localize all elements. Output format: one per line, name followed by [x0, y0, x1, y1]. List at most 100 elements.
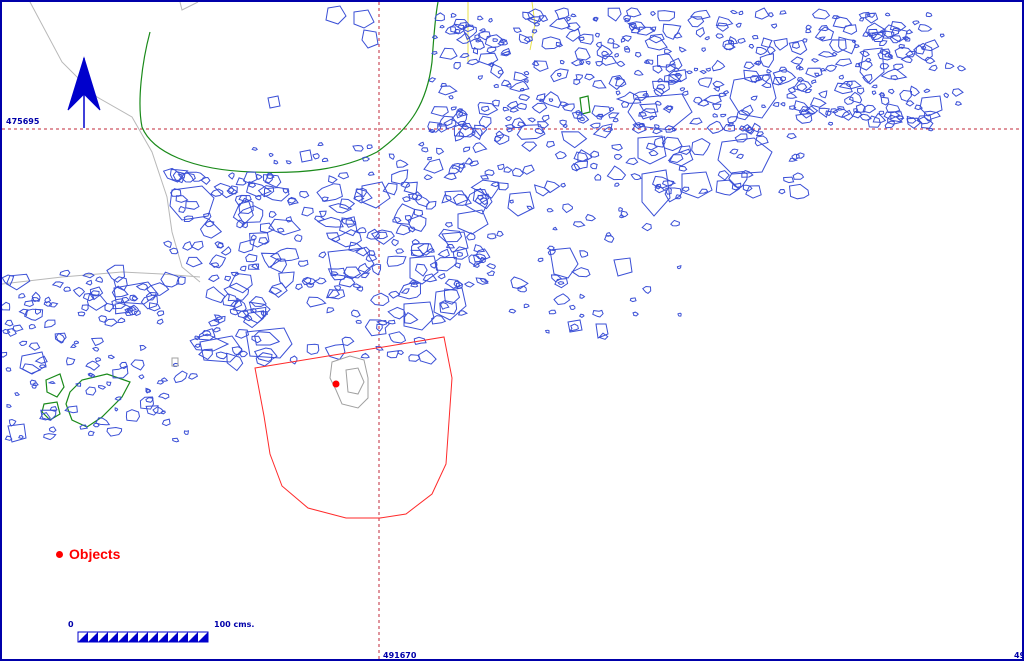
stone [178, 205, 186, 213]
stone [770, 23, 778, 29]
stone [662, 23, 682, 40]
stone [679, 87, 686, 92]
stone [508, 80, 530, 92]
stone [879, 62, 890, 70]
stone [720, 113, 727, 118]
stone [479, 278, 489, 283]
stone [444, 222, 453, 228]
stone [706, 120, 725, 134]
stone [614, 53, 620, 58]
stone [445, 243, 456, 249]
stone [585, 60, 591, 66]
stone [474, 124, 488, 138]
stone [313, 277, 327, 285]
stone [242, 171, 259, 184]
stone [268, 210, 277, 219]
stone [559, 59, 565, 65]
stone [527, 8, 545, 23]
stone [543, 180, 561, 194]
stone [239, 350, 249, 358]
stone [834, 58, 853, 67]
stone [173, 370, 188, 384]
stone [130, 359, 145, 371]
stone [805, 24, 812, 30]
stone [326, 307, 335, 314]
stone [428, 77, 437, 83]
stone [712, 80, 725, 88]
stone [85, 279, 93, 286]
stone [299, 190, 310, 199]
stone [401, 196, 411, 202]
stone [669, 57, 683, 70]
stone [418, 349, 437, 365]
stone [474, 34, 481, 40]
stone [609, 106, 615, 112]
stone [478, 28, 486, 32]
stone [391, 238, 399, 247]
stone [395, 248, 405, 254]
stone [241, 221, 248, 229]
stone [712, 103, 722, 110]
stone [522, 164, 535, 175]
stone [523, 79, 529, 84]
stone [914, 104, 923, 111]
stone [289, 355, 298, 365]
stone [456, 251, 463, 257]
stone [729, 9, 739, 15]
stone [589, 122, 601, 129]
stone [48, 426, 57, 433]
stone [760, 37, 773, 49]
stone [85, 360, 101, 371]
stone [258, 237, 269, 245]
stone [945, 62, 955, 69]
stone [650, 11, 657, 17]
stone [590, 150, 600, 158]
stone [810, 58, 820, 63]
stone [618, 207, 623, 212]
stone [779, 10, 787, 15]
site-plan-map: 475695 491670 49 Objects 0 100 cms. [0, 0, 1024, 661]
stone [856, 87, 865, 95]
stone [590, 162, 598, 170]
stone [824, 64, 838, 72]
stone [624, 48, 631, 53]
yellow-boundary [467, 2, 536, 64]
stone [297, 259, 309, 267]
stone [337, 172, 350, 180]
stone [486, 233, 497, 240]
stone [509, 107, 520, 113]
stone [194, 343, 201, 348]
stone [506, 100, 519, 109]
stone [838, 74, 845, 80]
stone [713, 86, 720, 92]
stone [634, 51, 642, 58]
stone [228, 187, 235, 194]
stone [355, 319, 362, 324]
stone [417, 243, 434, 256]
grid-label-easting-2: 49 [1014, 651, 1022, 660]
stone [360, 352, 371, 359]
scale-max-label: 100 cms. [214, 620, 255, 629]
stone [268, 152, 274, 157]
stone [788, 183, 810, 200]
stone [479, 174, 490, 180]
stone [437, 248, 451, 259]
stone [641, 222, 652, 232]
stone [625, 157, 639, 166]
stone [31, 384, 37, 389]
stone [632, 311, 639, 317]
stone [601, 50, 610, 56]
stone [254, 194, 262, 201]
stone [691, 138, 711, 156]
stone [325, 232, 341, 243]
stone [210, 188, 224, 197]
stone [743, 61, 755, 70]
stone [189, 333, 230, 352]
stone [496, 230, 504, 237]
stone [612, 118, 619, 123]
stone [18, 435, 24, 440]
stone [408, 354, 421, 362]
stone [156, 318, 164, 325]
stone [238, 238, 256, 254]
stone [87, 372, 94, 377]
